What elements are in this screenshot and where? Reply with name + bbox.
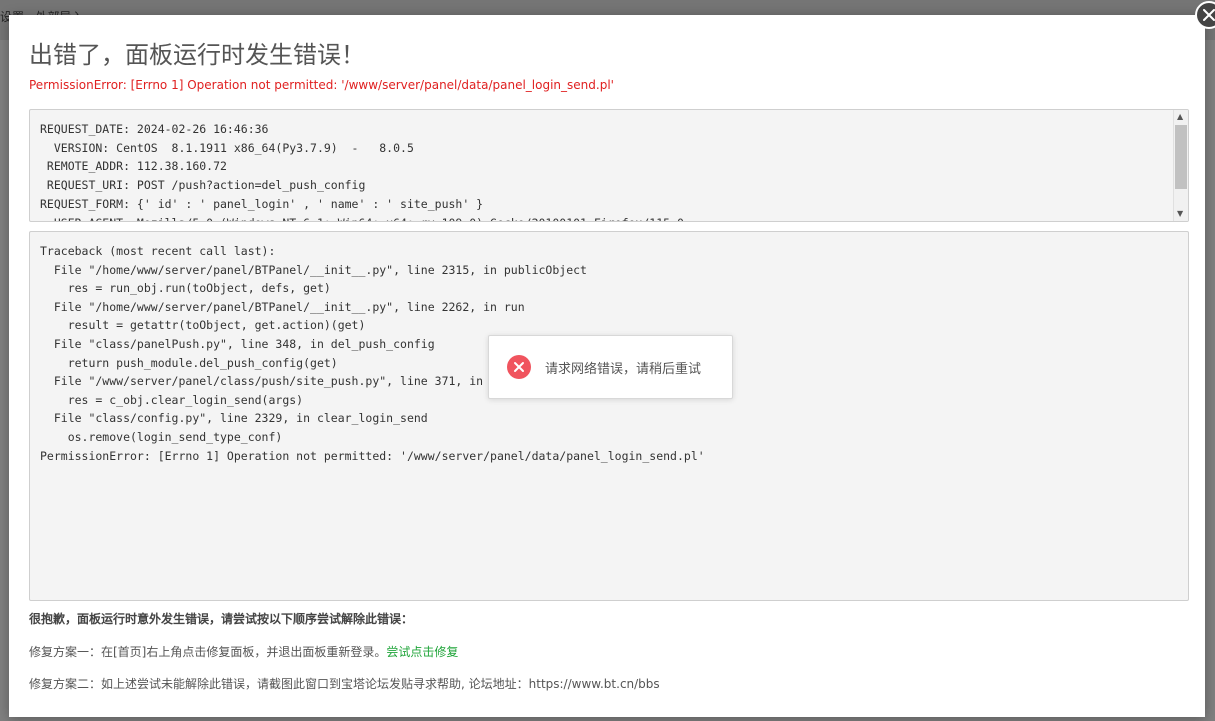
error-message: PermissionError: [Errno 1] Operation not… — [29, 78, 614, 92]
traceback-line: File "/home/www/server/panel/BTPanel/__i… — [40, 262, 587, 277]
request-line: VERSION: CentOS 8.1.1911 x86_64(Py3.7.9)… — [40, 140, 414, 155]
fix-option-two: 修复方案二：如上述尝试未能解除此错误，请截图此窗口到宝塔论坛发贴寻求帮助, 论坛… — [29, 677, 660, 691]
request-line: USER_AGENT: Mozilla/5.0 (Windows NT 6.1;… — [40, 214, 684, 221]
scroll-up-arrow-icon[interactable]: ▲ — [1177, 113, 1185, 121]
request-line: REQUEST_FORM: {' id' : ' panel_login' , … — [40, 196, 484, 211]
traceback-line: File "class/config.py", line 2329, in cl… — [40, 411, 428, 426]
request-line: REQUEST_URI: POST /push?action=del_push_… — [40, 178, 366, 193]
scroll-down-arrow-icon[interactable]: ▼ — [1177, 210, 1185, 218]
request-info-scrollbar[interactable]: ▲ ▼ — [1173, 110, 1188, 221]
dialog-title: 出错了，面板运行时发生错误！ — [29, 41, 365, 69]
sorry-text: 很抱歉，面板运行时意外发生错误，请尝试按以下顺序尝试解除此错误： — [29, 612, 414, 626]
request-line: REMOTE_ADDR: 112.38.160.72 — [40, 159, 227, 174]
close-dialog-button[interactable] — [1195, 1, 1215, 29]
traceback-line: PermissionError: [Errno 1] Operation not… — [40, 448, 705, 463]
traceback-line: os.remove(login_send_type_conf) — [40, 429, 283, 444]
traceback-line: Traceback (most recent call last): — [40, 244, 276, 258]
scroll-thumb[interactable] — [1175, 125, 1187, 189]
traceback-box[interactable]: Traceback (most recent call last): File … — [29, 231, 1189, 601]
try-repair-link[interactable]: 尝试点击修复 — [386, 645, 458, 659]
fix-option-one-text: 修复方案一：在[首页]右上角点击修复面板，并退出面板重新登录。 — [29, 645, 387, 659]
error-dialog: 出错了，面板运行时发生错误！ PermissionError: [Errno 1… — [9, 15, 1205, 717]
traceback-line: res = run_obj.run(toObject, defs, get) — [40, 281, 331, 296]
request-line: REQUEST_DATE: 2024-02-26 16:46:36 — [40, 122, 269, 136]
close-icon — [1203, 9, 1215, 21]
request-info-content: REQUEST_DATE: 2024-02-26 16:46:36 VERSIO… — [40, 120, 684, 221]
traceback-line: File "/home/www/server/panel/BTPanel/__i… — [40, 299, 525, 314]
error-toast: 请求网络错误，请稍后重试 — [488, 335, 733, 399]
error-circle-icon — [507, 355, 531, 379]
traceback-line: result = getattr(toObject, get.action)(g… — [40, 318, 366, 333]
fix-option-one: 修复方案一：在[首页]右上角点击修复面板，并退出面板重新登录。尝试点击修复 — [29, 643, 458, 660]
request-info-box[interactable]: REQUEST_DATE: 2024-02-26 16:46:36 VERSIO… — [29, 109, 1189, 222]
toast-message: 请求网络错误，请稍后重试 — [545, 362, 702, 377]
